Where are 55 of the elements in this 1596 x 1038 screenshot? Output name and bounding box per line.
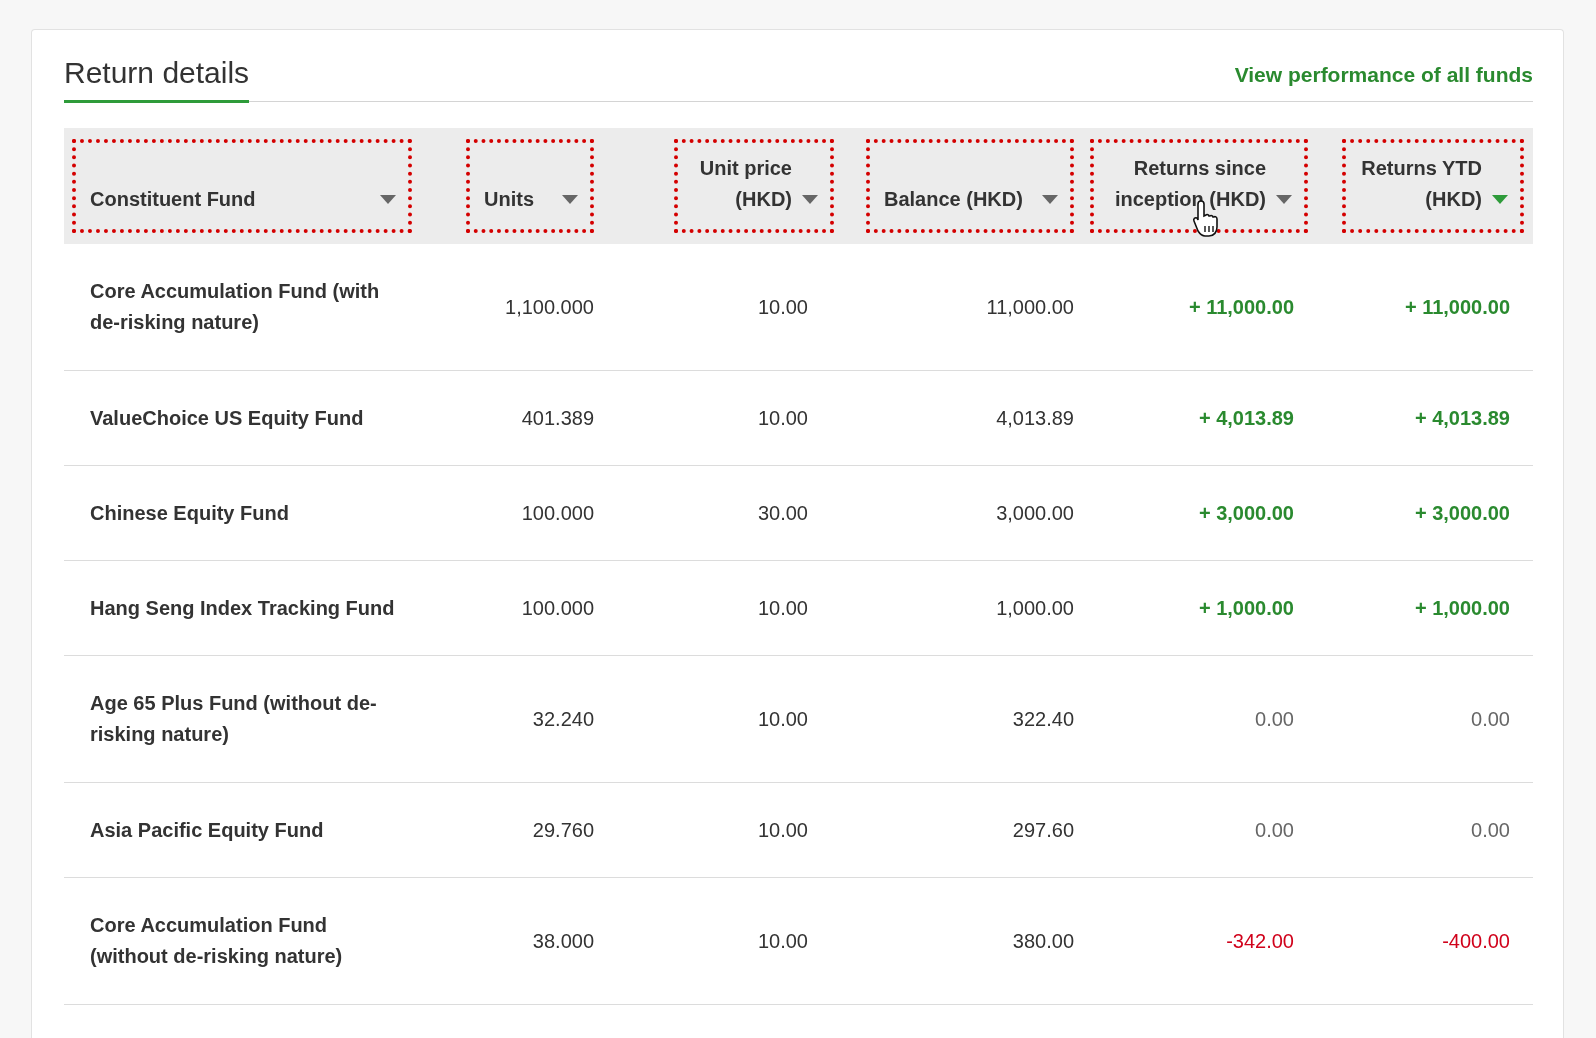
sort-caret-icon <box>562 195 578 205</box>
return-value-cell-text: + 11,000.00 <box>1187 294 1295 320</box>
return-value-cell-text: 0.00 <box>1470 706 1511 732</box>
sort-caret-icon <box>802 195 818 205</box>
view-performance-link[interactable]: View performance of all funds <box>1234 63 1533 101</box>
table-cell-text: 10.00 <box>756 595 809 621</box>
return-value-cell-text: -342.00 <box>1225 928 1295 954</box>
return-value-cell-text: + 11,000.00 <box>1403 294 1511 320</box>
table-cell-text: 10.00 <box>756 294 809 320</box>
table-cell-text: 11,000.00 <box>985 294 1074 320</box>
table-cell-text: 29.760 <box>531 817 594 843</box>
fund-name-cell-text: Chinese Equity Fund <box>89 500 290 526</box>
return-value-cell-text: + 4,013.89 <box>1413 405 1511 431</box>
table-cell-text: 100.000 <box>520 595 594 621</box>
table-cell-text: 401.389 <box>520 405 594 431</box>
fund-name-cell-text: Core Accumulation Fund (with de-risking nature) <box>89 279 381 335</box>
return-value-cell-text: 0.00 <box>1470 817 1511 843</box>
column-header[interactable]: Balance (HKD) <box>866 139 1074 233</box>
sort-caret-icon <box>1276 195 1292 205</box>
table-cell-text: 10.00 <box>756 706 809 732</box>
return-value-cell-text: + 4,013.89 <box>1197 405 1295 431</box>
column-header[interactable]: Unit price (HKD) <box>674 139 834 233</box>
fund-name-cell-text: Asia Pacific Equity Fund <box>89 817 325 843</box>
table-cell-text: 3,000.00 <box>995 500 1074 526</box>
return-value-cell-text: 0.00 <box>1254 817 1295 843</box>
table-cell-text: 1,000.00 <box>995 595 1074 621</box>
sort-caret-icon <box>380 195 396 205</box>
table-cell-text: 322.40 <box>1011 706 1074 732</box>
table-cell-text: 4,013.89 <box>995 405 1074 431</box>
fund-name-cell-text: Hang Seng Index Tracking Fund <box>89 595 396 621</box>
column-header[interactable]: Returns YTD (HKD) <box>1342 139 1524 233</box>
table-cell-text: 1,100.000 <box>504 294 594 320</box>
table-cell-text: 32.240 <box>531 706 594 732</box>
return-value-cell-text: + 1,000.00 <box>1413 595 1511 621</box>
return-value-cell-text: 0.00 <box>1254 706 1295 732</box>
return-value-cell-text: + 3,000.00 <box>1197 500 1295 526</box>
return-value-cell-text: -400.00 <box>1441 928 1511 954</box>
column-header[interactable]: Units <box>466 139 594 233</box>
table-cell-text: 10.00 <box>756 405 809 431</box>
table-cell-text: 30.00 <box>756 500 809 526</box>
table-cell-text: 38.000 <box>531 928 594 954</box>
column-header[interactable]: Constituent Fund <box>72 139 412 233</box>
table-cell-text: 10.00 <box>756 817 809 843</box>
sort-caret-icon <box>1042 195 1058 205</box>
fund-name-cell-text: Age 65 Plus Fund (without de-risking nature) <box>89 691 378 747</box>
table-cell-text: 100.000 <box>520 500 594 526</box>
sort-caret-icon <box>1492 195 1508 205</box>
return-value-cell-text: + 3,000.00 <box>1413 500 1511 526</box>
table-cell-text: 380.00 <box>1011 928 1074 954</box>
return-value-cell-text: + 1,000.00 <box>1197 595 1295 621</box>
fund-name-cell-text: Core Accumulation Fund (without de-risking nature) <box>89 913 344 969</box>
table-cell-text: 297.60 <box>1011 817 1074 843</box>
fund-name-cell-text: ValueChoice US Equity Fund <box>89 405 365 431</box>
section-title: Return details <box>64 56 250 103</box>
table-cell-text: 10.00 <box>756 928 809 954</box>
